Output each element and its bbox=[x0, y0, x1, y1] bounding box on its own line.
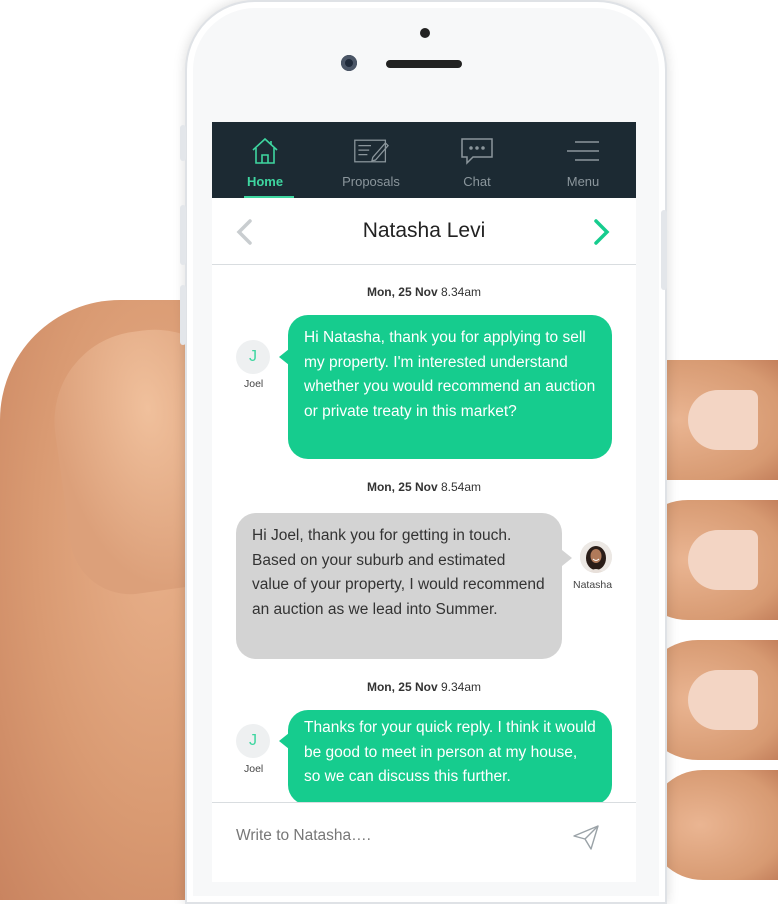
phone-volume-up bbox=[180, 205, 186, 265]
message-input[interactable] bbox=[236, 827, 536, 845]
menu-icon bbox=[567, 141, 599, 161]
nav-label-home: Home bbox=[246, 174, 284, 189]
conversation-header: Natasha Levi bbox=[212, 198, 636, 265]
avatar-name: Natasha bbox=[573, 579, 613, 591]
bubble-tail bbox=[562, 550, 572, 566]
message-timestamp: Mon, 25 Nov 8.54am bbox=[212, 480, 636, 494]
message-bubble-outgoing: Thanks for your quick reply. I think it … bbox=[288, 710, 612, 805]
chevron-right-icon[interactable] bbox=[588, 217, 614, 247]
nav-item-home[interactable]: Home bbox=[212, 122, 318, 198]
timestamp-day: Mon, 25 Nov bbox=[366, 480, 438, 494]
avatar: J bbox=[236, 724, 270, 758]
home-icon bbox=[252, 137, 278, 164]
avatar-name: Joel bbox=[244, 763, 264, 775]
message-composer bbox=[212, 802, 636, 873]
message-list[interactable]: Mon, 25 Nov 8.34am J Joel Hi Natasha, th… bbox=[212, 265, 636, 805]
avatar-initial: J bbox=[249, 732, 257, 749]
message-timestamp: Mon, 25 Nov 9.34am bbox=[212, 680, 636, 694]
avatar-initial: J bbox=[249, 348, 257, 365]
nav-label-chat: Chat bbox=[463, 174, 491, 189]
hand-finger-4 bbox=[648, 770, 778, 880]
avatar: J bbox=[236, 340, 270, 374]
chat-icon bbox=[461, 138, 493, 165]
timestamp-time: 8.54am bbox=[441, 480, 482, 494]
top-nav: Home Proposals Chat Menu bbox=[212, 122, 636, 198]
chevron-left-icon[interactable] bbox=[232, 217, 258, 247]
proposals-icon bbox=[354, 139, 389, 163]
message-bubble-incoming: Hi Joel, thank you for getting in touch.… bbox=[236, 513, 562, 659]
phone-camera bbox=[341, 55, 357, 71]
message-bubble-outgoing: Hi Natasha, thank you for applying to se… bbox=[288, 315, 612, 459]
phone-power-button bbox=[661, 210, 667, 290]
avatar bbox=[580, 541, 612, 573]
nav-label-proposals: Proposals bbox=[342, 174, 400, 189]
nav-item-menu[interactable]: Menu bbox=[530, 122, 636, 198]
timestamp-day: Mon, 25 Nov bbox=[366, 680, 438, 694]
nav-item-proposals[interactable]: Proposals bbox=[318, 122, 424, 198]
timestamp-time: 9.34am bbox=[441, 680, 482, 694]
send-icon[interactable] bbox=[572, 823, 600, 851]
app-screen: Home Proposals Chat Menu Natasha Levi Mo… bbox=[212, 122, 636, 882]
timestamp-day: Mon, 25 Nov bbox=[366, 285, 438, 299]
avatar-name: Joel bbox=[244, 378, 264, 390]
message-timestamp: Mon, 25 Nov 8.34am bbox=[212, 285, 636, 299]
phone-proximity-sensor bbox=[420, 28, 430, 38]
phone-volume-down bbox=[180, 285, 186, 345]
phone-speaker bbox=[386, 60, 462, 68]
phone-side-button bbox=[180, 125, 186, 161]
nav-label-menu: Menu bbox=[566, 174, 600, 189]
contact-name: Natasha Levi bbox=[362, 219, 486, 242]
timestamp-time: 8.34am bbox=[441, 285, 482, 299]
nav-item-chat[interactable]: Chat bbox=[424, 122, 530, 198]
avatar-photo bbox=[580, 541, 612, 573]
